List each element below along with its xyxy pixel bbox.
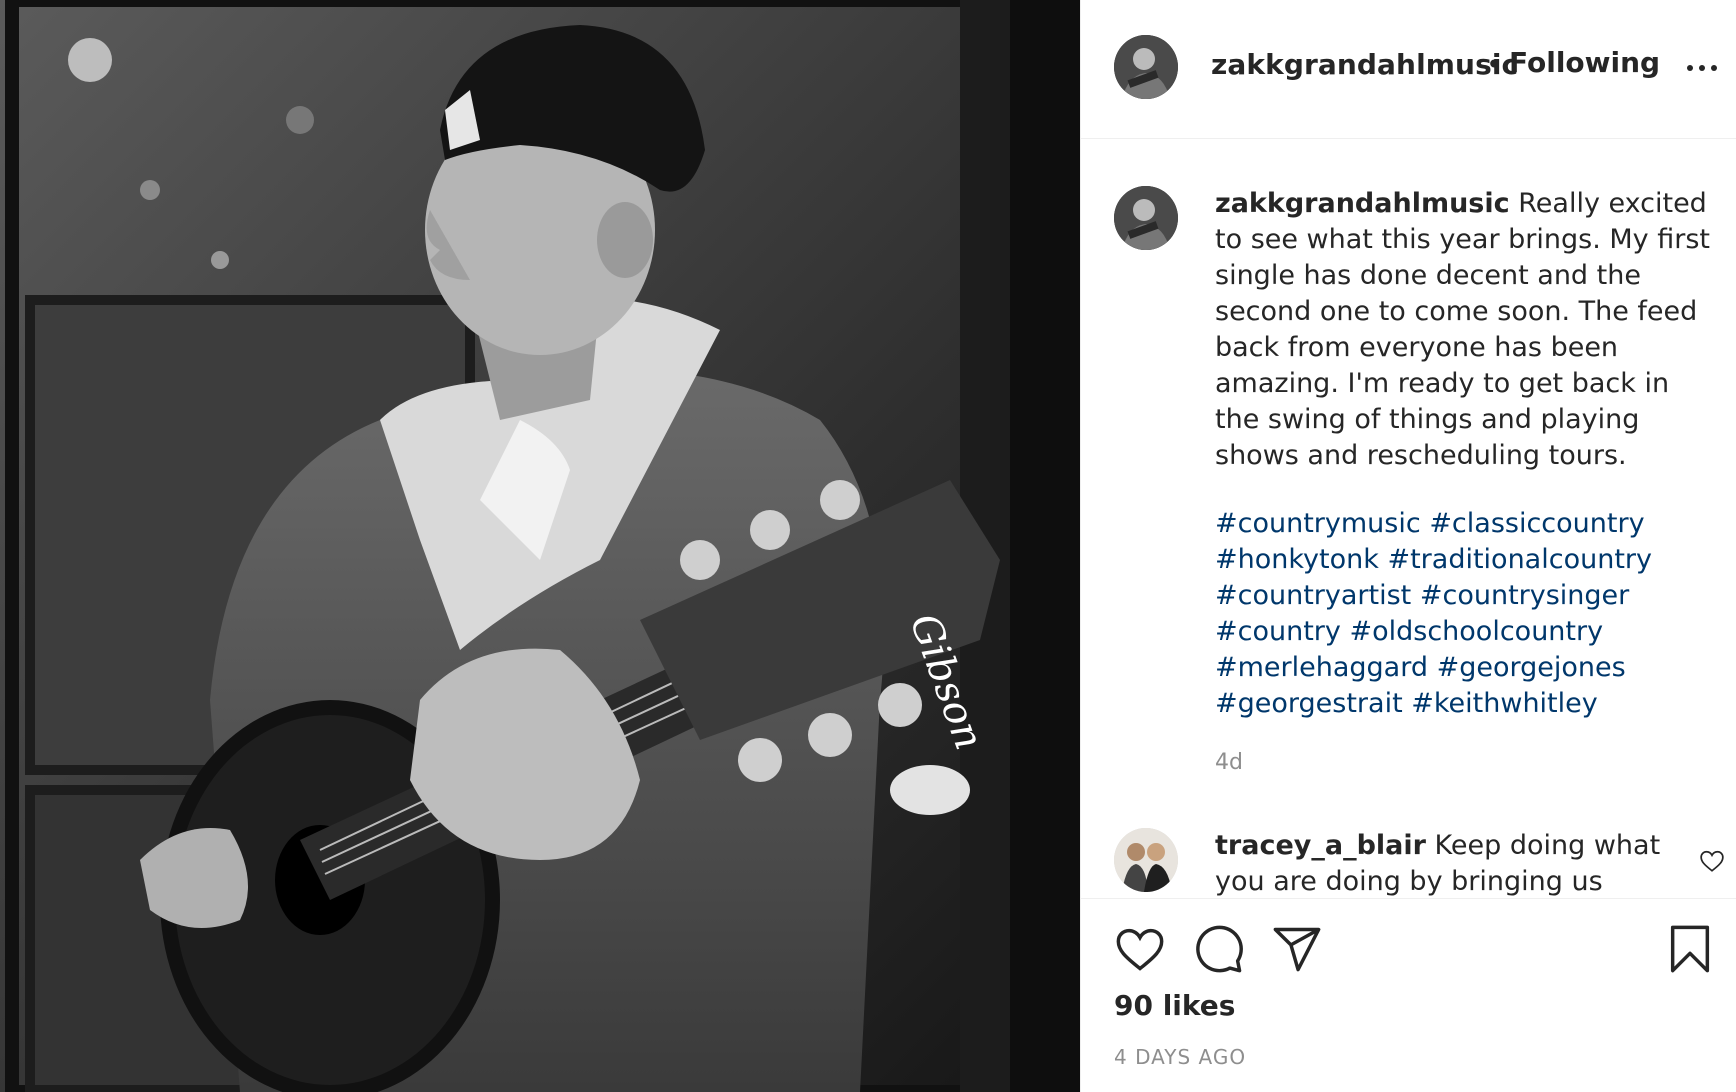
bookmark-icon[interactable] [1664, 923, 1716, 975]
caption-avatar[interactable] [1114, 186, 1178, 250]
hashtag[interactable]: #countryartist [1215, 580, 1411, 611]
commenter-avatar[interactable] [1114, 828, 1178, 892]
comment: tracey_a_blair Keep doing what you are d… [1215, 828, 1685, 898]
post-actions: 90 likes 4 DAYS AGO [1081, 898, 1736, 1092]
caption-text: Really excited to see what this year bri… [1215, 188, 1710, 471]
hashtag[interactable]: #keithwhitley [1411, 688, 1597, 719]
post-caption: zakkgrandahlmusic Really excited to see … [1215, 186, 1720, 474]
following-button[interactable]: Following [1509, 46, 1660, 79]
likes-count[interactable]: 90 likes [1114, 989, 1235, 1022]
post-header: zakkgrandahlmusic • Following [1081, 0, 1736, 139]
hashtag[interactable]: #countrymusic [1215, 508, 1421, 539]
hashtag[interactable]: #traditionalcountry [1387, 544, 1652, 575]
paper-plane-icon[interactable] [1271, 923, 1323, 975]
comments-section[interactable]: zakkgrandahlmusic Really excited to see … [1081, 140, 1736, 898]
caption-timestamp[interactable]: 4d [1215, 750, 1243, 775]
post-date[interactable]: 4 DAYS AGO [1114, 1045, 1246, 1069]
more-horizontal-icon[interactable] [1687, 58, 1727, 78]
post-photo[interactable]: Gibson [0, 0, 1080, 1092]
heart-icon[interactable] [1114, 923, 1166, 975]
hashtag-list: #countrymusic #classiccountry #honkytonk… [1215, 506, 1720, 722]
comment-heart-icon[interactable] [1699, 848, 1725, 874]
comment-bubble-icon[interactable] [1193, 923, 1245, 975]
separator-dot: • [1486, 48, 1503, 81]
guitarist-photo: Gibson [0, 0, 1080, 1092]
hashtag[interactable]: #country [1215, 616, 1341, 647]
hashtag[interactable]: #oldschoolcountry [1349, 616, 1603, 647]
author-username[interactable]: zakkgrandahlmusic [1211, 48, 1518, 81]
hashtag[interactable]: #merlehaggard [1215, 652, 1428, 683]
hashtag[interactable]: #countrysinger [1420, 580, 1629, 611]
author-avatar[interactable] [1114, 35, 1178, 99]
hashtag[interactable]: #georgestrait [1215, 688, 1403, 719]
hashtag[interactable]: #classiccountry [1429, 508, 1644, 539]
comment-username[interactable]: tracey_a_blair [1215, 830, 1426, 861]
hashtag[interactable]: #honkytonk [1215, 544, 1379, 575]
post-details-panel: zakkgrandahlmusic • Following zakkgranda… [1080, 0, 1736, 1092]
hashtag[interactable]: #georgejones [1437, 652, 1626, 683]
caption-username[interactable]: zakkgrandahlmusic [1215, 188, 1510, 219]
